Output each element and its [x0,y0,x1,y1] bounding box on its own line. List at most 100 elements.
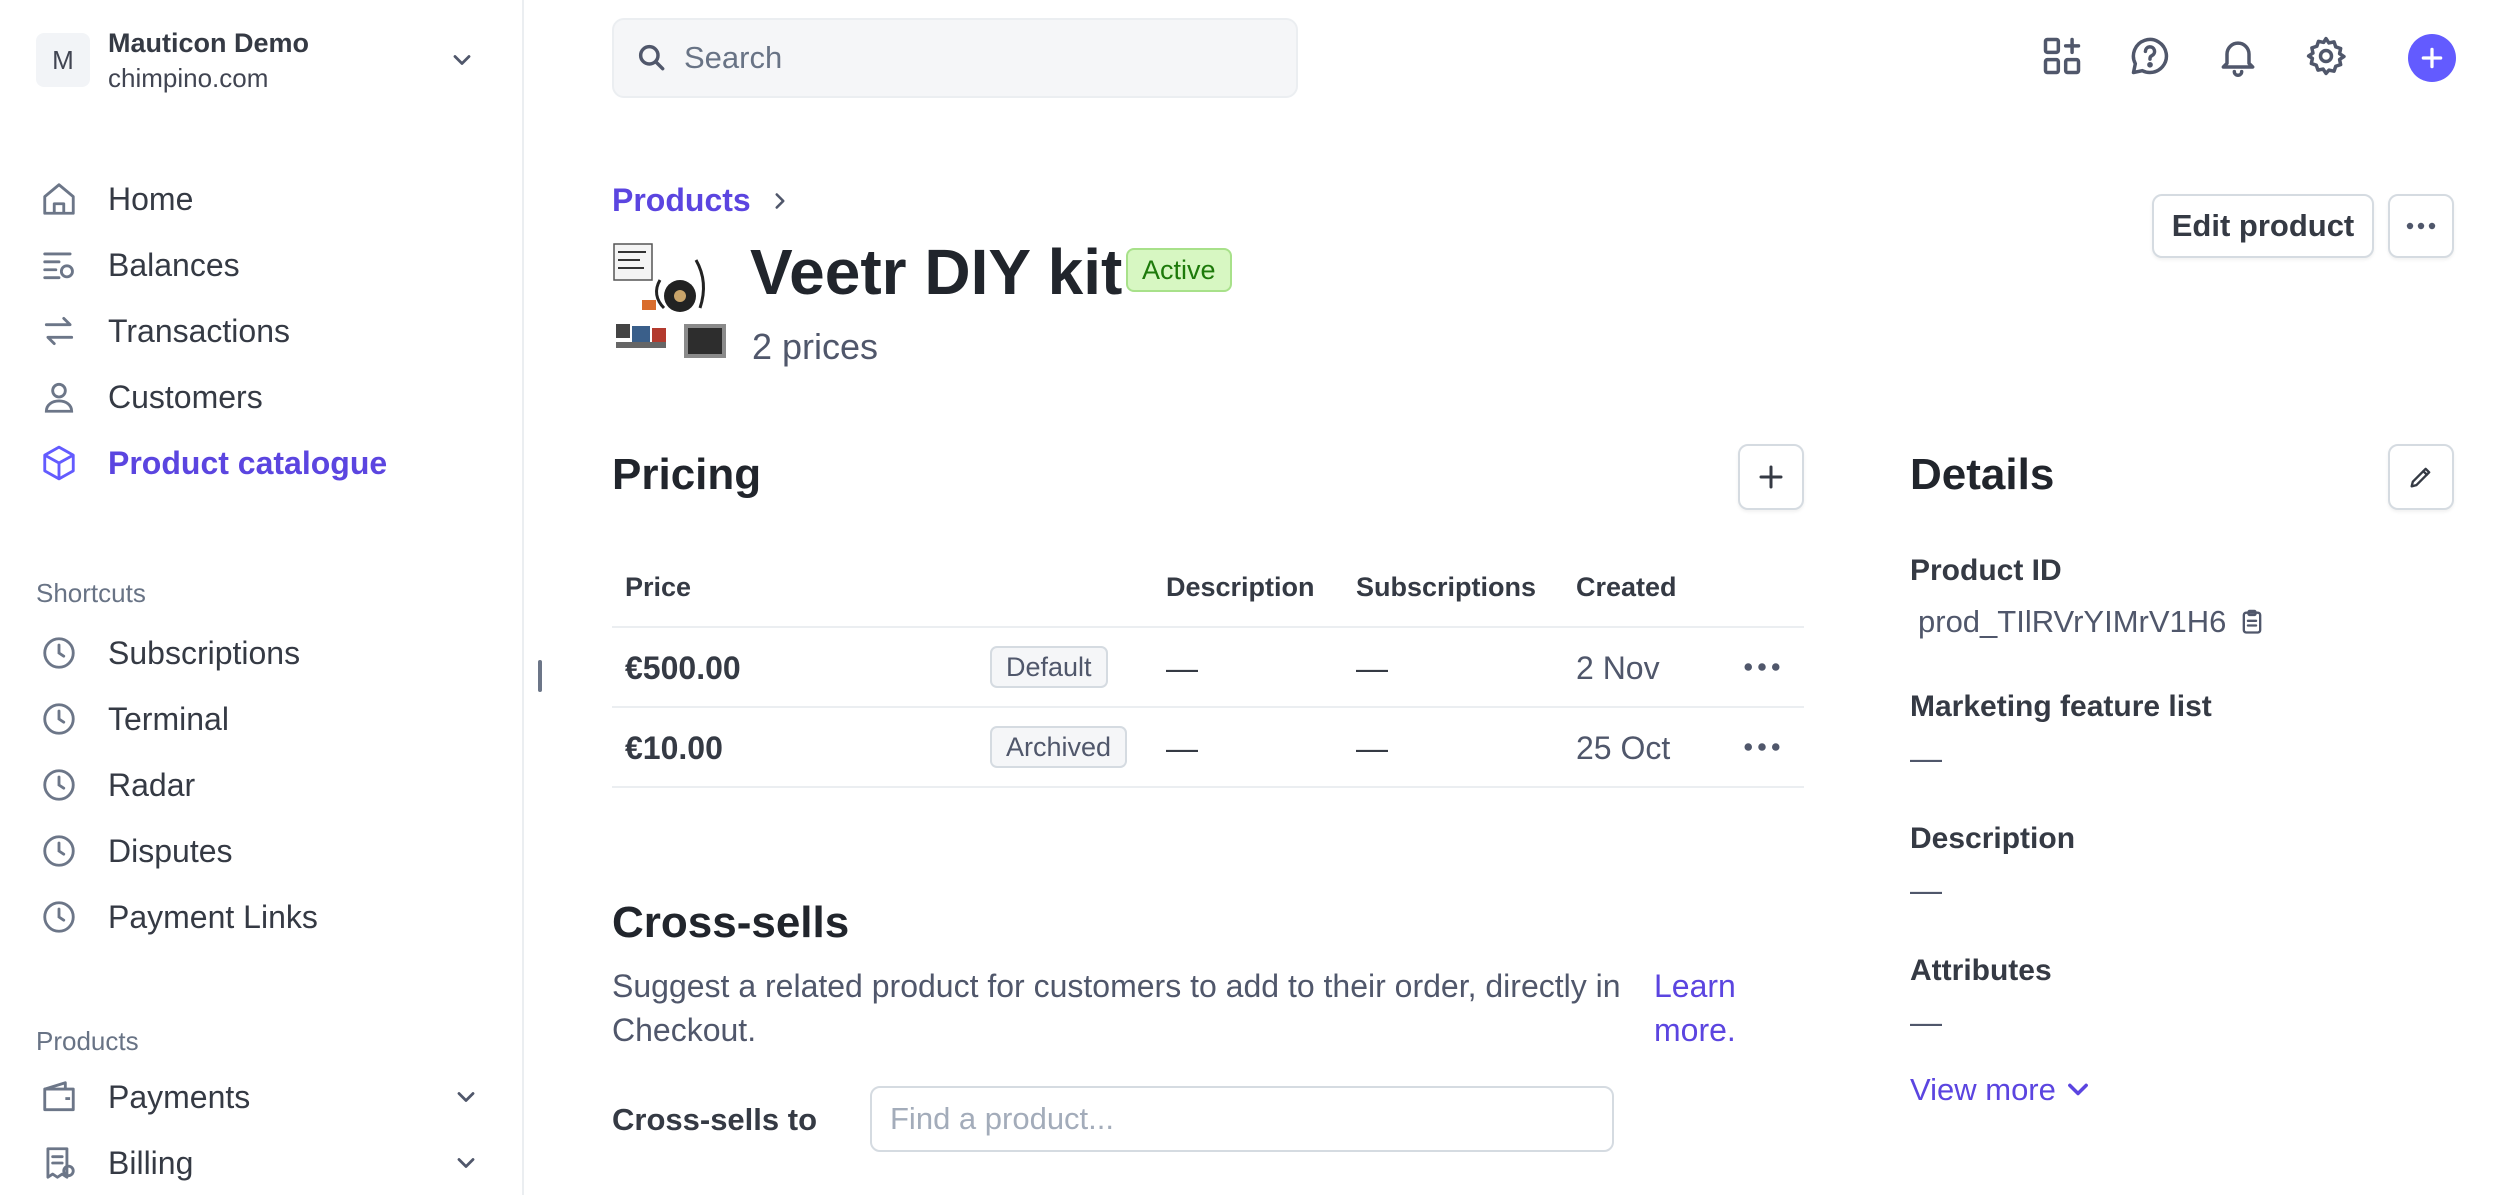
learn-more-link[interactable]: Learn more. [1654,964,1764,1052]
clock-icon [43,901,75,933]
products-heading: Products [36,1026,139,1056]
help-icon[interactable] [2128,34,2172,78]
search-bar[interactable] [612,18,1298,98]
breadcrumb-products-link[interactable]: Products [612,182,751,219]
price-count: 2 prices [752,326,879,367]
price-description: — [1166,730,1198,766]
sidebar-item-disputes[interactable]: Disputes [40,826,480,876]
chevron-right-icon [775,192,785,209]
wallet-icon [43,1081,75,1112]
view-more-label: View more [1910,1072,2056,1107]
price-value: €10.00 [625,730,723,766]
price-subscriptions: — [1356,650,1388,686]
product-id: prod_TIlRVrYIMrV1H6 [1918,604,2266,640]
shortcuts-heading: Shortcuts [36,578,146,608]
plus-icon [1759,465,1783,489]
cross-sells-field-label: Cross-sells to [612,1102,818,1137]
sidebar-item-label: Payments [108,1078,251,1115]
product-id-value: prod_TIlRVrYIMrV1H6 [1918,604,2227,639]
price-description: — [1166,650,1198,686]
clipboard-icon[interactable] [2238,608,2266,636]
view-more-link[interactable]: View more [1910,1072,2092,1108]
sidebar-item-label: Customers [108,378,263,415]
table-divider [612,786,1804,788]
search-input[interactable] [684,40,1244,76]
sidebar-item-label: Terminal [108,700,229,737]
sidebar-item-customers[interactable]: Customers [40,372,480,422]
search-icon [638,44,665,71]
create-button[interactable] [2408,34,2456,82]
transactions-icon [44,316,74,346]
details-title: Details [1910,450,2055,499]
sidebar-item-payments[interactable]: Payments [40,1072,480,1122]
status-badge: Active [1126,248,1232,292]
pencil-icon [2410,467,2431,488]
cube-icon [43,445,75,481]
sidebar-item-balances[interactable]: Balances [40,240,480,290]
column-header-created: Created [1576,572,1677,602]
sidebar-item-product-catalogue[interactable]: Product catalogue [40,438,480,488]
table-divider [612,626,1804,628]
more-actions-button[interactable] [2388,194,2454,258]
column-header-subscriptions: Subscriptions [1356,572,1537,602]
sidebar-item-label: Product catalogue [108,444,388,481]
sidebar-item-payment-links[interactable]: Payment Links [40,892,480,942]
home-icon [43,183,75,215]
clock-icon [43,637,75,669]
sidebar-item-label: Billing [108,1144,194,1181]
sidebar-item-home[interactable]: Home [40,174,480,224]
cross-sells-product-input[interactable] [870,1086,1614,1152]
marketing-feature-list-label: Marketing feature list [1910,690,2212,723]
chevron-down-icon [457,1092,475,1102]
price-tag: Default [990,646,1108,688]
clock-icon [43,835,75,867]
sidebar-item-label: Home [108,180,194,217]
price-tag: Archived [990,726,1128,768]
page-title: Veetr DIY kit [750,236,1123,308]
chevron-down-icon [2067,1083,2088,1096]
column-header-price: Price [625,572,692,602]
clock-icon [43,769,75,801]
account-avatar: M [36,33,90,87]
account-switcher[interactable]: M Mauticon Demo chimpino.com [36,28,476,93]
bell-icon[interactable] [2216,34,2260,78]
sidebar-item-subscriptions[interactable]: Subscriptions [40,628,480,678]
marketing-feature-list-value: — [1910,740,1942,776]
ellipsis-icon [2406,222,2436,230]
sidebar-item-label: Subscriptions [108,634,301,671]
sidebar-item-terminal[interactable]: Terminal [40,694,480,744]
billing-icon [46,1147,75,1179]
add-price-button[interactable] [1738,444,1804,510]
sidebar-item-label: Radar [108,766,196,803]
description-value: — [1910,872,1942,908]
person-icon [44,382,74,413]
price-subscriptions: — [1356,730,1388,766]
chevron-down-icon [453,55,471,65]
product-id-label: Product ID [1910,554,2062,587]
cross-sells-title: Cross-sells [612,898,850,947]
edit-product-button[interactable]: Edit product [2152,194,2374,258]
balances-icon [43,252,74,280]
sidebar-resize-handle[interactable] [538,660,542,692]
table-divider [612,706,1804,708]
sidebar-item-label: Disputes [108,832,233,869]
pricing-title: Pricing [612,450,762,499]
price-created: 25 Oct [1576,730,1671,766]
row-actions-icon[interactable] [1742,737,1782,757]
product-image [612,240,730,360]
sidebar-item-label: Transactions [108,312,290,349]
apps-add-icon[interactable] [2040,34,2084,78]
gear-icon[interactable] [2304,34,2348,78]
sidebar-item-label: Balances [108,246,240,283]
row-actions-icon[interactable] [1742,657,1782,677]
sidebar: M Mauticon Demo chimpino.com Home Balanc… [0,0,524,1195]
attributes-value: — [1910,1004,1942,1040]
sidebar-item-transactions[interactable]: Transactions [40,306,480,356]
sidebar-item-label: Payment Links [108,898,318,935]
price-value: €500.00 [625,650,741,686]
sidebar-item-billing[interactable]: Billing [40,1138,480,1188]
price-created: 2 Nov [1576,650,1660,686]
account-domain: chimpino.com [108,63,269,93]
edit-details-button[interactable] [2388,444,2454,510]
sidebar-item-radar[interactable]: Radar [40,760,480,810]
